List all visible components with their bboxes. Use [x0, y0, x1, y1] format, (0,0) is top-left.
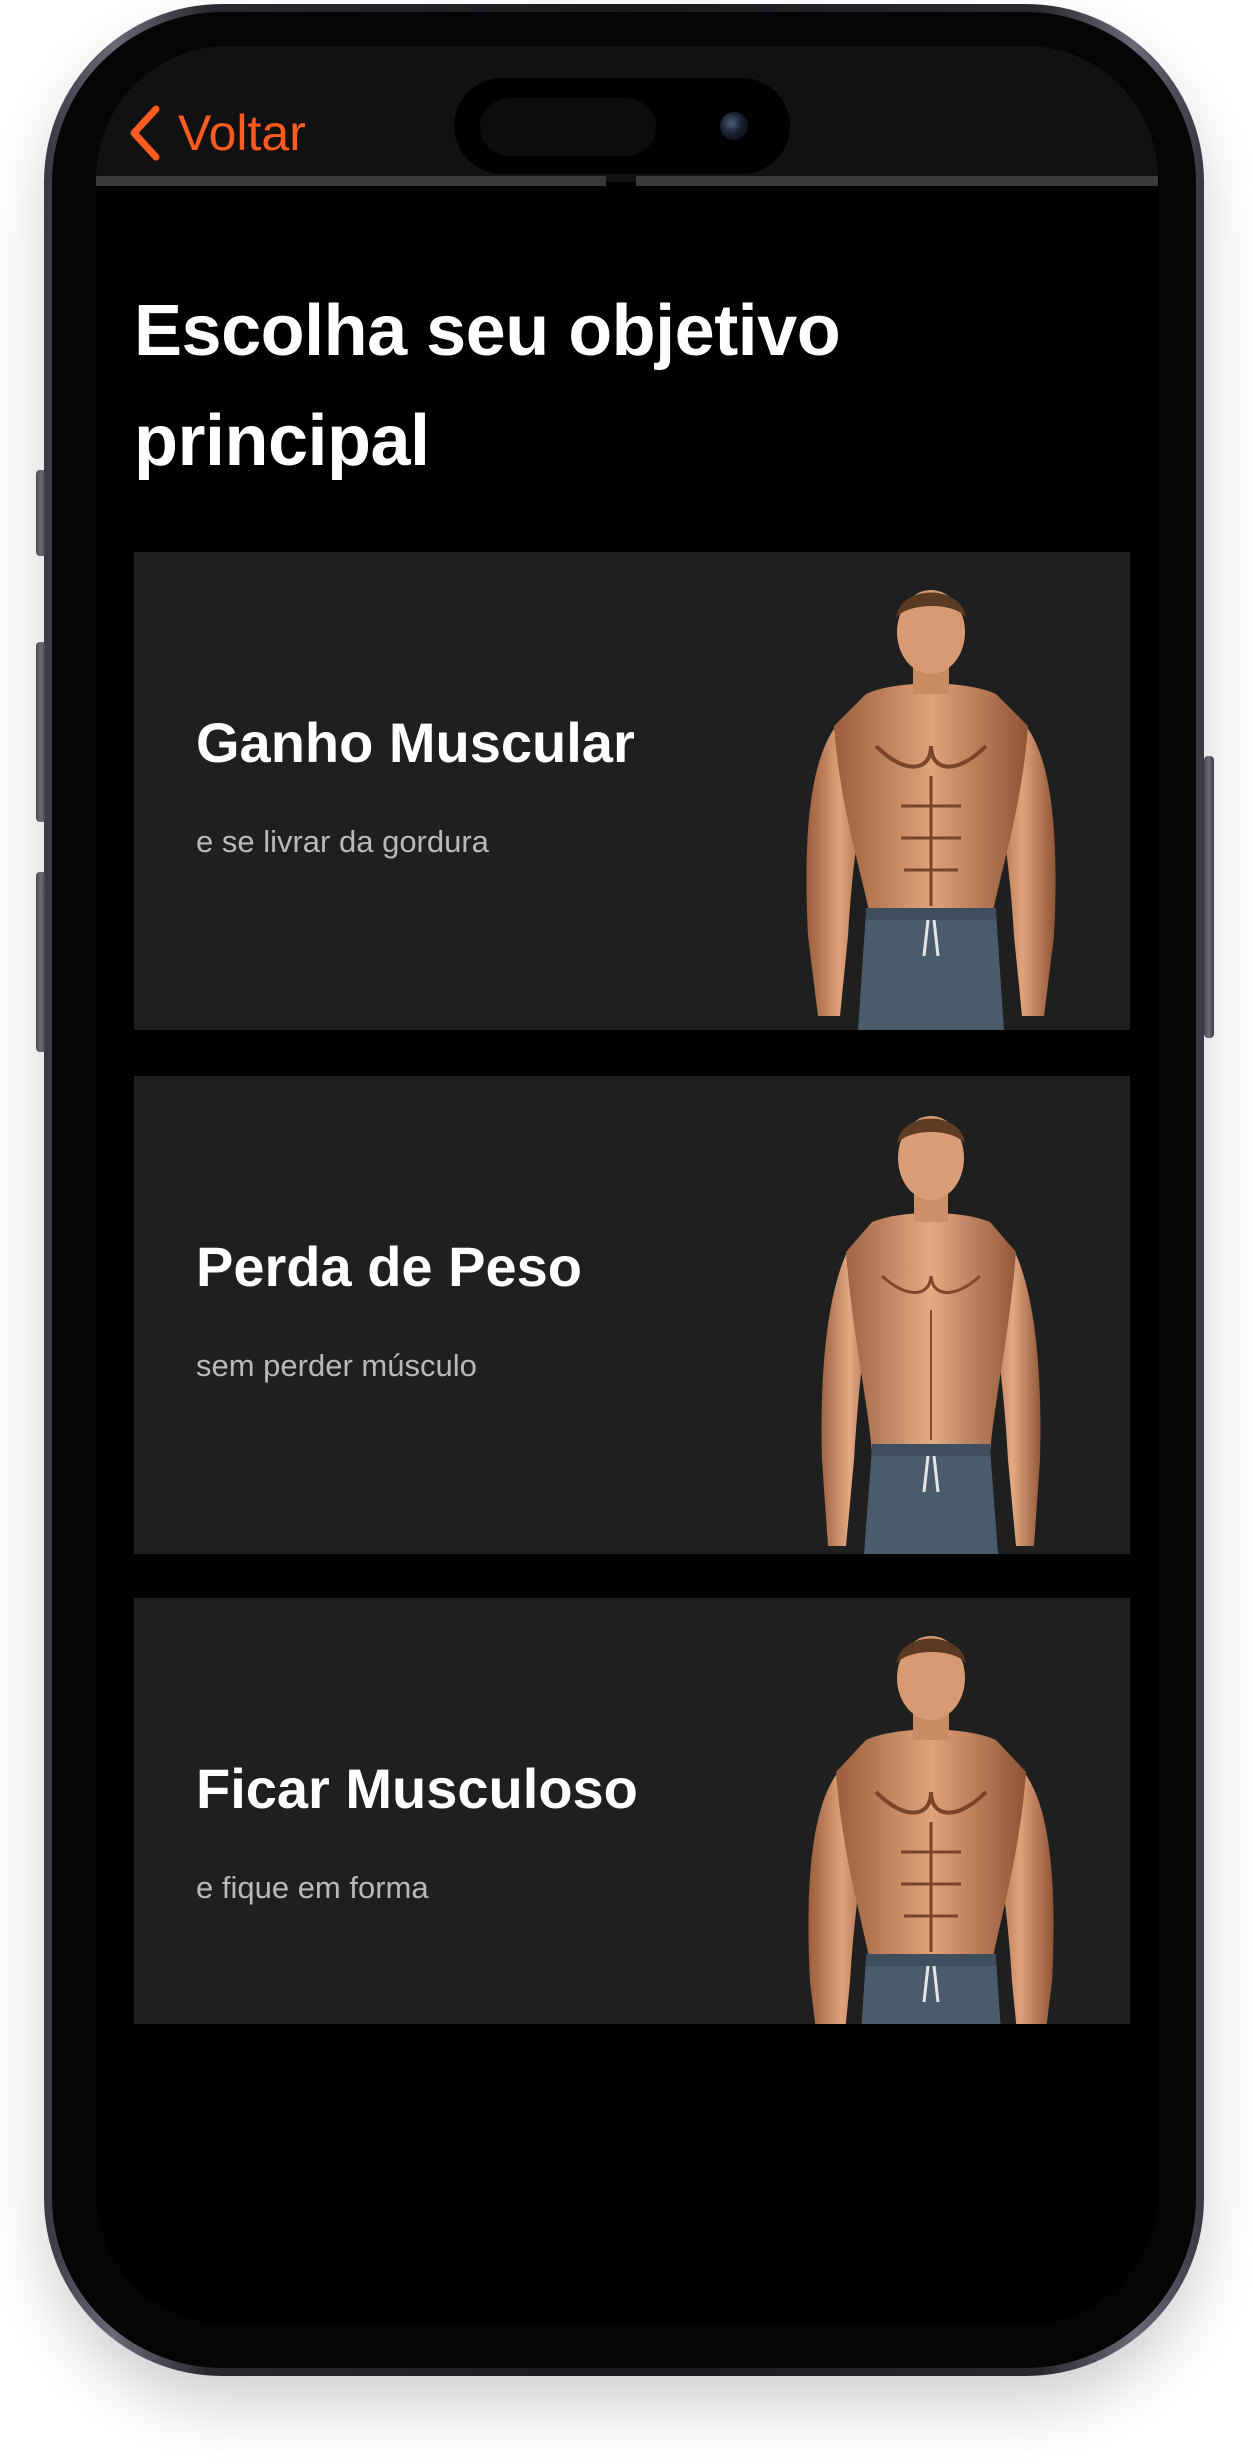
goal-card-weight-loss[interactable]: Perda de Peso sem perder músculo: [134, 1076, 1130, 1554]
nav-divider: [96, 176, 606, 186]
goal-subtitle: sem perder músculo: [196, 1348, 477, 1383]
goal-subtitle: e se livrar da gordura: [196, 824, 489, 859]
goal-title: Perda de Peso: [196, 1235, 582, 1298]
back-label: Voltar: [178, 105, 306, 161]
island-sensor: [480, 98, 656, 156]
power-button: [1204, 756, 1214, 1038]
bottom-safe-area: [96, 2024, 1158, 2324]
volume-down-button: [36, 872, 46, 1052]
front-camera-icon: [720, 112, 748, 140]
navigation-bar: Voltar: [96, 46, 1158, 182]
back-button[interactable]: Voltar: [126, 98, 306, 168]
dynamic-island: [454, 78, 790, 174]
goal-subtitle: e fique em forma: [196, 1870, 429, 1905]
lean-man-illustration: [821, 1116, 1041, 1554]
goal-title: Ganho Muscular: [196, 711, 635, 774]
action-button: [36, 470, 46, 556]
chevron-left-icon: [130, 105, 160, 161]
goal-card-muscle-gain[interactable]: Ganho Muscular e se livrar da gordura: [134, 552, 1130, 1030]
muscular-man-illustration: [808, 1636, 1054, 2076]
muscular-man-illustration: [806, 590, 1056, 1030]
app-screen: Voltar Escolha seu objetivo principal Ga…: [96, 46, 1158, 2324]
page-title: Escolha seu objetivo principal: [134, 291, 841, 481]
volume-up-button: [36, 642, 46, 822]
goal-title: Ficar Musculoso: [196, 1757, 638, 1820]
nav-divider: [636, 176, 1158, 186]
goal-card-get-muscular[interactable]: Ficar Musculoso e fique em forma: [134, 1598, 1130, 2076]
